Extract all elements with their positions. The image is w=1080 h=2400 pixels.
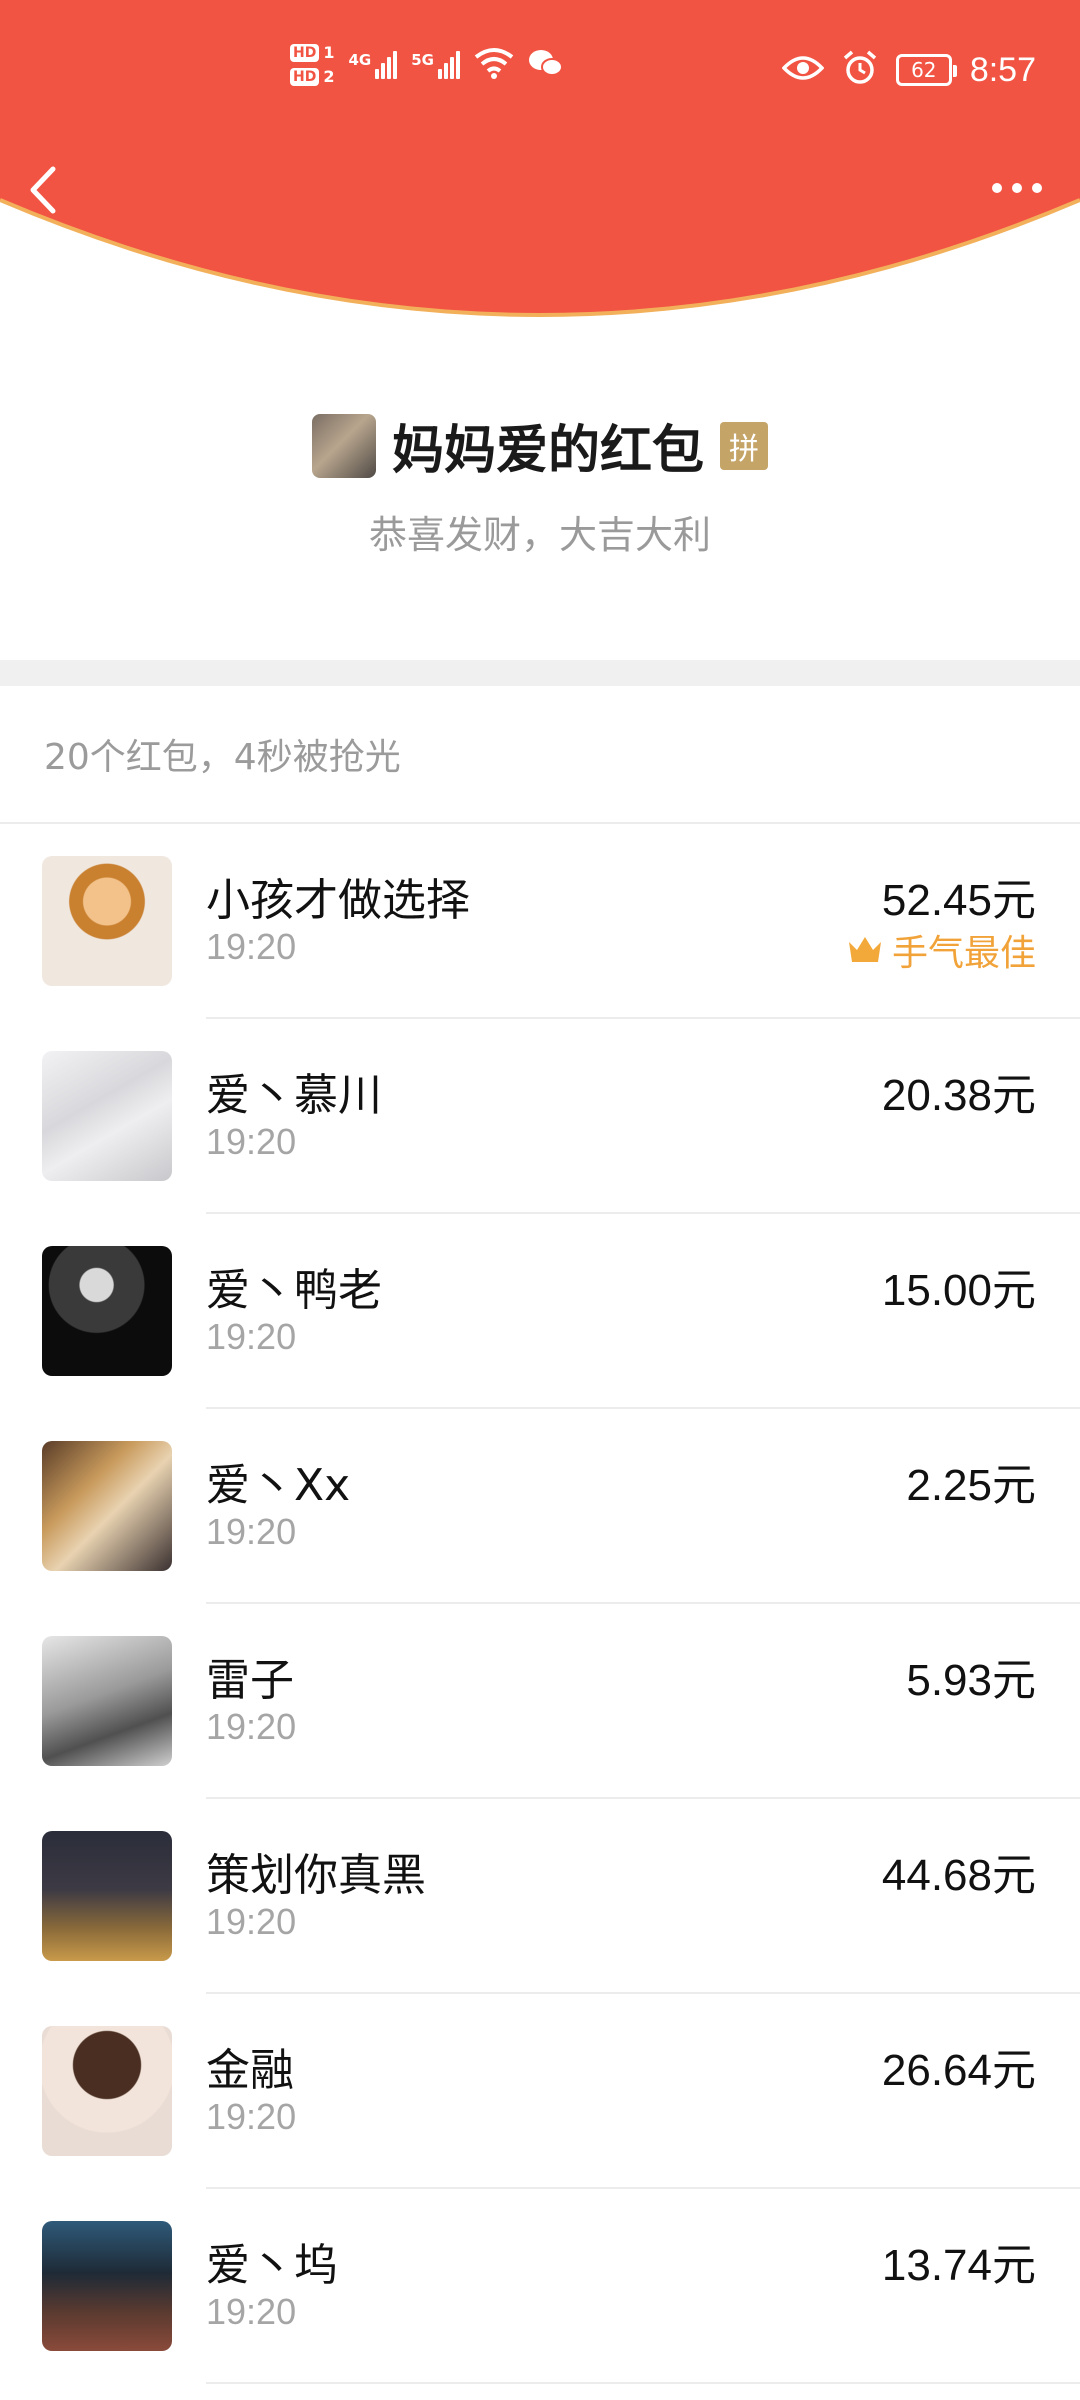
recipient-name: 雷子 (206, 1655, 294, 1706)
clock: 8:57 (969, 50, 1036, 89)
alarm-icon (842, 50, 878, 90)
recipient-name: 金融 (206, 2045, 294, 2096)
eye-icon (781, 54, 825, 86)
chevron-left-icon (30, 166, 56, 214)
more-dots-icon (992, 183, 1002, 193)
pin-badge: 拼 (720, 421, 768, 470)
avatar[interactable] (42, 1636, 172, 1766)
list-item[interactable]: 爱丶慕川 19:20 20.38元 (0, 1019, 1080, 1214)
grab-time: 19:20 (206, 1901, 297, 1942)
grab-time: 19:20 (206, 1706, 297, 1747)
packet-summary: 20个红包，4秒被抢光 (44, 737, 401, 778)
status-right: 62 8:57 (781, 50, 1036, 90)
signal-4g-icon: 4G (348, 51, 398, 79)
amount: 52.45元 (881, 876, 1036, 925)
recipient-name: 小孩才做选择 (206, 875, 470, 926)
hd1-indicator: HD 1 (290, 44, 334, 62)
wifi-icon (474, 47, 514, 83)
list-item[interactable]: 雷子 19:20 5.93元 (0, 1604, 1080, 1799)
avatar[interactable] (42, 1441, 172, 1571)
section-divider (0, 660, 1080, 686)
list-item[interactable]: 金融 19:20 26.64元 (0, 1994, 1080, 2189)
recipient-name: 爱丶鸭老 (206, 1265, 382, 1316)
avatar[interactable] (42, 1051, 172, 1181)
avatar[interactable] (42, 2221, 172, 2351)
amount: 13.74元 (881, 2241, 1036, 2290)
avatar[interactable] (42, 1246, 172, 1376)
avatar[interactable] (42, 2026, 172, 2156)
sender-avatar[interactable] (311, 413, 376, 478)
status-left: HD 1 HD 2 4G 5G (290, 44, 564, 86)
recipient-name: 爱丶坞 (206, 2240, 338, 2291)
recipient-name: 爱丶慕川 (206, 1070, 382, 1121)
recipient-name: 策划你真黑 (206, 1850, 426, 1901)
sender-title: 妈妈爱的红包 (391, 421, 704, 481)
grab-time: 19:20 (206, 1316, 297, 1357)
list-item[interactable]: 爱丶Xx 19:20 2.25元 (0, 1409, 1080, 1604)
blessing-text: 恭喜发财，大吉大利 (368, 513, 711, 557)
amount: 44.68元 (881, 1851, 1036, 1900)
signal-5g-icon: 5G (411, 51, 460, 79)
avatar[interactable] (42, 856, 172, 986)
recipient-list: 小孩才做选择 19:20 52.45元 手气最佳 爱丶慕川 19:20 20.3… (0, 824, 1080, 2384)
best-luck-badge: 手气最佳 (846, 924, 1036, 976)
status-bar: HD 1 HD 2 4G 5G 62 8:57 (0, 0, 1080, 160)
grab-time: 19:20 (206, 2096, 297, 2137)
amount: 20.38元 (881, 1071, 1036, 1120)
battery-indicator: 62 (895, 54, 957, 86)
hd2-indicator: HD 2 (290, 68, 334, 86)
list-item[interactable]: 策划你真黑 19:20 44.68元 (0, 1799, 1080, 1994)
more-button[interactable] (982, 168, 1052, 208)
list-item[interactable]: 爱丶坞 19:20 13.74元 (0, 2189, 1080, 2384)
amount: 26.64元 (881, 2046, 1036, 2095)
back-button[interactable] (20, 160, 64, 220)
recipient-name: 爱丶Xx (206, 1460, 351, 1511)
crown-icon (848, 937, 881, 962)
amount: 2.25元 (906, 1461, 1036, 1510)
amount: 15.00元 (881, 1266, 1036, 1315)
amount: 5.93元 (906, 1656, 1036, 1705)
wechat-icon (528, 48, 564, 82)
grab-time: 19:20 (206, 926, 297, 967)
grab-time: 19:20 (206, 2291, 297, 2332)
list-item[interactable]: 小孩才做选择 19:20 52.45元 手气最佳 (0, 824, 1080, 1019)
list-item[interactable]: 爱丶鸭老 19:20 15.00元 (0, 1214, 1080, 1409)
grab-time: 19:20 (206, 1511, 297, 1552)
grab-time: 19:20 (206, 1121, 297, 1162)
sender-header: 妈妈爱的红包 拼 (0, 408, 1080, 483)
avatar[interactable] (42, 1831, 172, 1961)
